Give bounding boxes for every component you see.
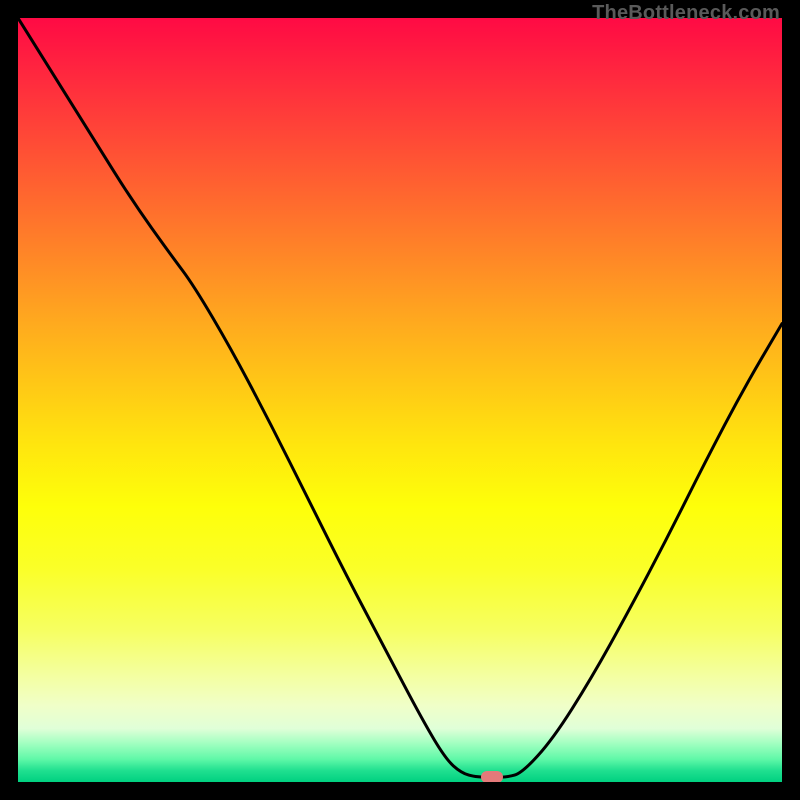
credit-text: TheBottleneck.com: [592, 2, 780, 25]
curve-path: [18, 18, 782, 777]
optimal-marker: [481, 771, 503, 782]
chart-frame: TheBottleneck.com: [0, 0, 800, 800]
plot-area: [18, 18, 782, 782]
bottleneck-curve: [18, 18, 782, 782]
